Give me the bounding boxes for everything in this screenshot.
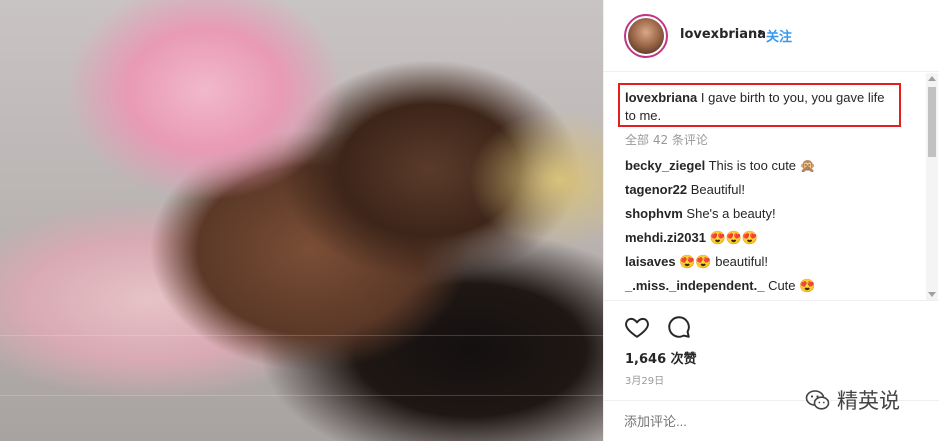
comment-username[interactable]: shophvm [625, 206, 683, 221]
comment-bubble-icon[interactable] [666, 314, 692, 340]
watermark-text: 精英说 [837, 389, 900, 413]
comment-username[interactable]: becky_ziegel [625, 158, 705, 173]
scroll-down-arrow-icon[interactable] [928, 292, 936, 297]
view-all-comments-link[interactable]: 全部 42 条评论 [625, 131, 708, 148]
heart-outline-icon[interactable] [624, 314, 650, 340]
post-date: 3月29日 [625, 376, 665, 387]
watermark: 精英说 [805, 385, 900, 415]
post-photo [0, 0, 603, 441]
likes-count[interactable]: 1,646 次赞 [625, 348, 697, 367]
comment-item: mehdi.zi2031 😍😍😍 [625, 230, 758, 246]
comment-item: _.miss._independent._ Cute 😍 [625, 278, 815, 294]
post-header: lovexbriana • 关注 [604, 0, 939, 72]
caption: lovexbriana I gave birth to you, you gav… [625, 89, 894, 125]
comment-username[interactable]: tagenor22 [625, 182, 687, 197]
comment-text: 😍😍 beautiful! [679, 254, 768, 269]
header-separator: • [756, 25, 765, 41]
comment-item: tagenor22 Beautiful! [625, 182, 745, 197]
wechat-icon [805, 390, 830, 410]
comment-text: 😍😍😍 [709, 230, 759, 245]
floor-line [0, 335, 603, 336]
comments-list: lovexbriana I gave birth to you, you gav… [604, 73, 939, 300]
comments-scrollbar[interactable] [926, 73, 938, 300]
avatar[interactable] [624, 14, 668, 58]
comment-username[interactable]: laisaves [625, 254, 676, 269]
header-username[interactable]: lovexbriana [680, 27, 766, 42]
caption-highlight: lovexbriana I gave birth to you, you gav… [618, 83, 901, 127]
comment-username[interactable]: mehdi.zi2031 [625, 230, 706, 245]
comment-text: Cute 😍 [768, 278, 816, 293]
comment-text: Beautiful! [690, 182, 745, 197]
scroll-thumb[interactable] [928, 87, 936, 157]
post-side-panel: lovexbriana • 关注 lovexbriana I gave birt… [603, 0, 939, 441]
comment-username[interactable]: _.miss._independent._ [625, 278, 764, 293]
add-comment-input[interactable] [624, 411, 804, 431]
floor-line [0, 395, 603, 396]
scroll-up-arrow-icon[interactable] [928, 76, 936, 81]
follow-button[interactable]: 关注 [766, 26, 792, 45]
comment-item: becky_ziegel This is too cute 🙊 [625, 158, 816, 174]
caption-username[interactable]: lovexbriana [625, 90, 697, 105]
comment-text: She's a beauty! [686, 206, 776, 221]
comment-item: shophvm She's a beauty! [625, 206, 776, 221]
avatar-image [628, 18, 664, 54]
comment-text: This is too cute 🙊 [708, 158, 816, 173]
comment-item: laisaves 😍😍 beautiful! [625, 254, 768, 270]
